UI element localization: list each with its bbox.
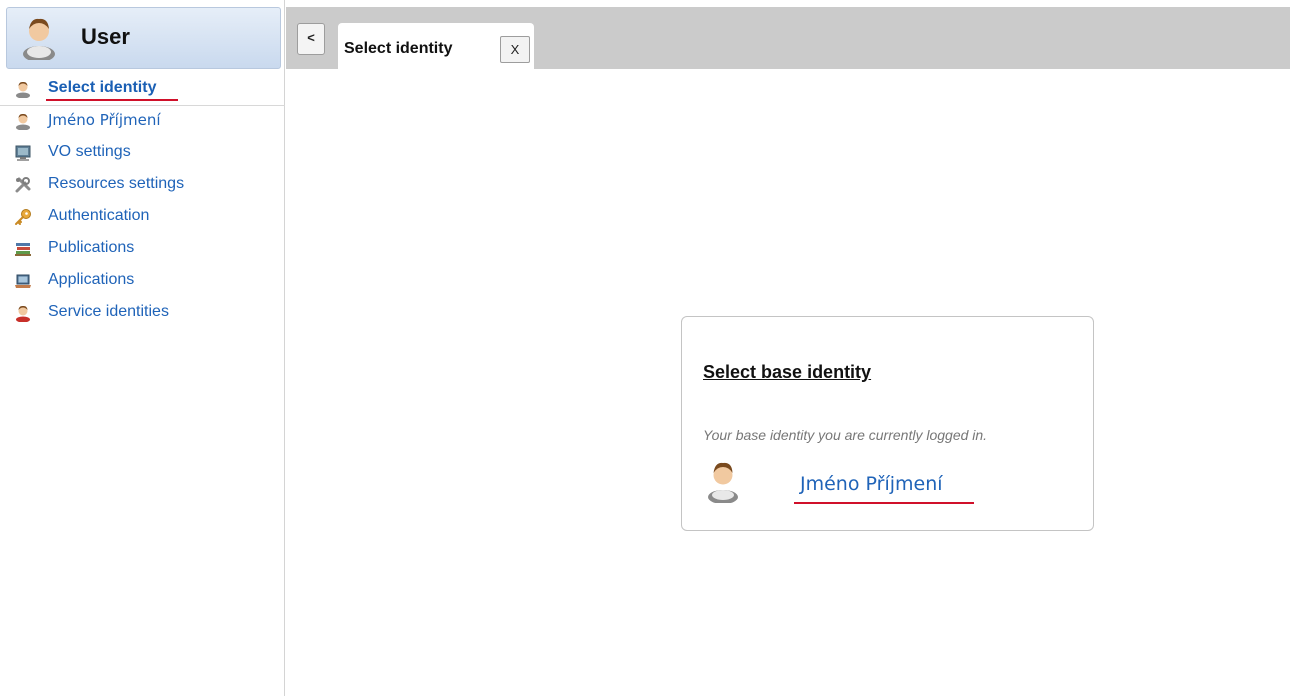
sidebar-item-label: Authentication (48, 207, 150, 224)
tab-label: Select identity (344, 40, 453, 57)
sidebar-item-label: Publications (48, 239, 135, 256)
sidebar-title: User (81, 24, 130, 49)
key-icon (15, 209, 31, 225)
sidebar-item-label: Resources settings (48, 175, 185, 192)
books-icon (15, 243, 31, 256)
sidebar-item-label: Jméno Příjmení (48, 111, 161, 129)
card-title: Select base identity (703, 362, 872, 382)
service-user-icon (16, 305, 30, 322)
sidebar-item-label: Select identity (48, 79, 157, 96)
main-content: Select base identity Your base identity … (286, 69, 1290, 696)
base-identity-link[interactable]: Jméno Příjmení (800, 473, 943, 495)
sidebar-item-select-identity[interactable]: Select identity (0, 74, 285, 106)
sidebar-item-resources-settings[interactable]: Resources settings (0, 170, 285, 202)
sidebar-item-publications[interactable]: Publications (0, 234, 285, 266)
sidebar-item-vo-settings[interactable]: VO settings (0, 138, 285, 170)
user-avatar-icon (708, 462, 738, 503)
computer-icon (15, 145, 31, 161)
sidebar-item-label: Service identities (48, 303, 169, 320)
sidebar-item-user-name[interactable]: Jméno Příjmení (0, 106, 285, 138)
select-identity-card: Select base identity Your base identity … (681, 316, 1094, 531)
tools-icon (15, 177, 31, 193)
collapse-sidebar-button[interactable]: < (297, 23, 325, 55)
laptop-icon (15, 274, 31, 288)
identity-underline (794, 502, 974, 504)
user-icon (16, 113, 30, 130)
sidebar: User Select identity Jméno Příjmení VO s… (0, 0, 285, 696)
user-icon (16, 81, 30, 98)
sidebar-item-label: Applications (48, 271, 135, 288)
sidebar-menu: Select identity Jméno Příjmení VO settin… (0, 74, 285, 330)
tab-bar: < Select identity X (286, 7, 1290, 69)
sidebar-item-service-identities[interactable]: Service identities (0, 298, 285, 330)
active-underline (46, 99, 178, 101)
sidebar-item-authentication[interactable]: Authentication (0, 202, 285, 234)
close-tab-button[interactable]: X (500, 36, 530, 63)
user-avatar-icon (23, 18, 55, 60)
card-description: Your base identity you are currently log… (703, 427, 988, 443)
sidebar-header: User (6, 7, 281, 69)
tab-select-identity[interactable]: Select identity X (338, 23, 534, 69)
sidebar-item-label: VO settings (48, 143, 131, 160)
sidebar-item-applications[interactable]: Applications (0, 266, 285, 298)
